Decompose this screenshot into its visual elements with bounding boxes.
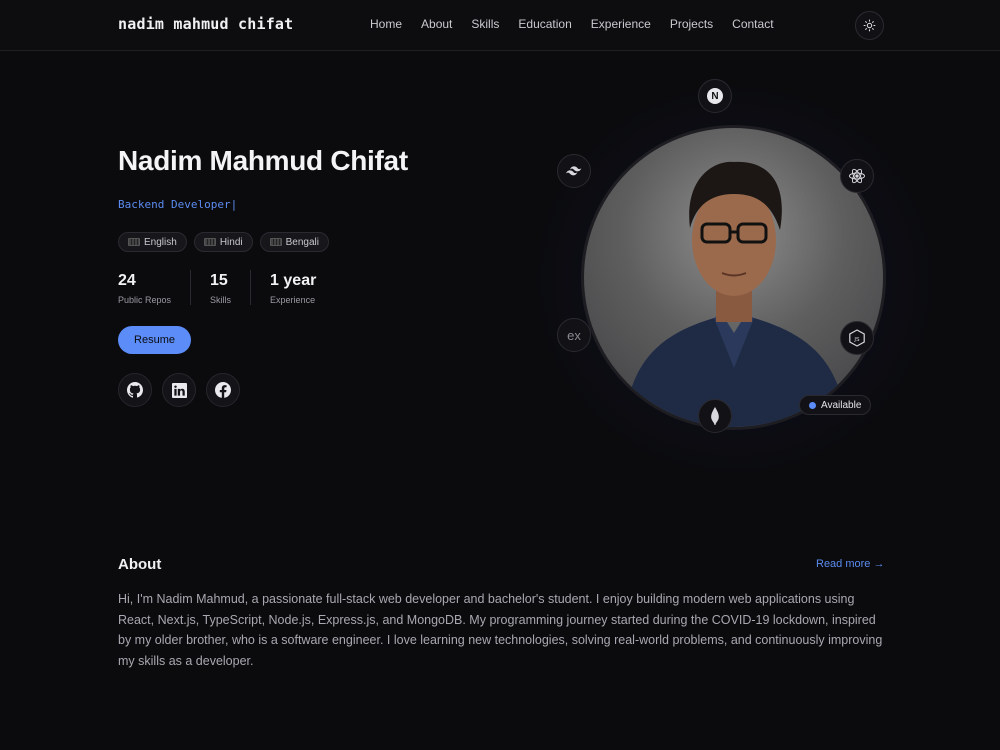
nav-link-skills[interactable]: Skills (471, 17, 499, 31)
stat-label: Public Repos (118, 295, 172, 305)
social-links (118, 373, 240, 407)
nextjs-icon: N (698, 79, 732, 113)
flag-icon (203, 238, 216, 246)
express-icon: ex (557, 318, 591, 352)
nav-links: Home About Skills Education Experience P… (370, 17, 793, 31)
mongodb-icon (698, 399, 732, 433)
nodejs-icon: JS (840, 321, 874, 355)
stat-label: Experience (270, 295, 316, 305)
flag-icon (269, 238, 282, 246)
availability-label: Available (821, 399, 862, 411)
brand-logo[interactable]: nadim mahmud chifat (118, 15, 293, 33)
language-badge-bengali: Bengali (259, 232, 329, 252)
stat-experience: 1 year Experience (250, 270, 335, 305)
language-label: Hindi (219, 236, 243, 248)
nav-link-experience[interactable]: Experience (591, 17, 651, 31)
status-dot-icon (809, 401, 816, 409)
sun-icon (863, 19, 876, 32)
about-paragraph: Hi, I'm Nadim Mahmud, a passionate full-… (118, 592, 883, 668)
nav-link-education[interactable]: Education (518, 17, 571, 31)
top-navbar: nadim mahmud chifat Home About Skills Ed… (0, 0, 1000, 51)
stat-value: 24 (118, 272, 136, 289)
nav-link-home[interactable]: Home (370, 17, 402, 31)
hero-name: Nadim Mahmud Chifat (118, 145, 408, 176)
react-icon (840, 159, 874, 193)
stat-value: 1 year (270, 272, 317, 289)
stat-public-repos: 24 Public Repos (118, 270, 190, 305)
role-typewriter: Backend Developer| (118, 198, 238, 211)
flag-icon (128, 238, 140, 246)
svg-text:JS: JS (853, 337, 860, 343)
stat-label: Skills (210, 295, 232, 305)
read-more-link[interactable]: Read more → (816, 558, 884, 570)
availability-badge: Available (799, 395, 872, 415)
language-badge-hindi: Hindi (193, 232, 253, 252)
language-label: Bengali (285, 236, 319, 248)
github-icon (127, 382, 143, 398)
facebook-link[interactable] (206, 373, 240, 407)
nav-link-about[interactable]: About (421, 17, 452, 31)
resume-button[interactable]: Resume (118, 326, 191, 354)
about-heading: About (118, 556, 162, 573)
express-label: ex (567, 327, 581, 343)
language-badges: English Hindi Bengali (118, 232, 329, 252)
theme-toggle-button[interactable] (855, 11, 884, 40)
stats-row: 24 Public Repos 15 Skills 1 year Experie… (118, 270, 335, 305)
person-silhouette (624, 161, 846, 427)
github-link[interactable] (118, 373, 152, 407)
nextjs-logo: N (707, 88, 723, 104)
tailwind-icon (557, 154, 591, 188)
stat-value: 15 (210, 272, 228, 289)
nav-link-contact[interactable]: Contact (732, 17, 773, 31)
language-label: English (144, 236, 177, 248)
facebook-icon (215, 382, 231, 398)
stat-skills: 15 Skills (190, 270, 250, 305)
nav-link-projects[interactable]: Projects (670, 17, 713, 31)
linkedin-link[interactable] (162, 373, 196, 407)
language-badge-english: English (118, 232, 187, 252)
linkedin-icon (171, 382, 187, 398)
